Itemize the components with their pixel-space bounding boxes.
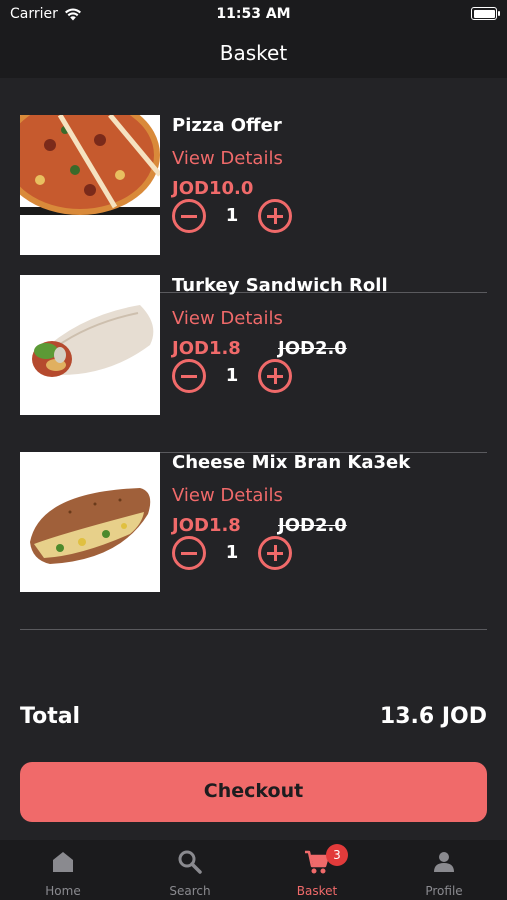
item-old-price: JOD2.0 — [278, 338, 347, 359]
sandwich-image — [20, 452, 160, 592]
view-details-link[interactable]: View Details — [172, 308, 283, 329]
person-icon — [434, 852, 454, 872]
item-image[interactable] — [20, 115, 160, 255]
basket-item: Cheese Mix Bran Ka3ek View Details JOD1.… — [20, 452, 487, 630]
tab-profile[interactable]: Profile — [381, 840, 507, 900]
decrease-quantity-button[interactable] — [172, 536, 206, 570]
item-image[interactable] — [20, 452, 160, 592]
increase-quantity-button[interactable] — [258, 199, 292, 233]
item-name: Turkey Sandwich Roll — [172, 275, 388, 296]
cart-badge: 3 — [326, 844, 348, 866]
total-value: 13.6 JOD — [379, 704, 487, 729]
view-details-link[interactable]: View Details — [172, 148, 283, 169]
item-quantity: 1 — [225, 365, 239, 386]
quantity-stepper: 1 — [172, 359, 312, 393]
tab-label: Profile — [425, 884, 463, 898]
tab-bar: Home Search 3 Basket Profile — [0, 840, 507, 900]
item-quantity: 1 — [225, 542, 239, 563]
item-quantity: 1 — [225, 205, 239, 226]
status-time: 11:53 AM — [216, 6, 291, 22]
decrease-quantity-button[interactable] — [172, 359, 206, 393]
search-icon — [178, 850, 202, 874]
status-bar: Carrier 11:53 AM — [0, 0, 507, 30]
item-image[interactable] — [20, 275, 160, 415]
basket-item: Turkey Sandwich Roll View Details JOD1.8… — [20, 275, 487, 453]
tab-label: Search — [169, 884, 211, 898]
basket-item: Pizza Offer View Details JOD10.0 1 — [20, 115, 487, 293]
increase-quantity-button[interactable] — [258, 536, 292, 570]
view-details-link[interactable]: View Details — [172, 485, 283, 506]
decrease-quantity-button[interactable] — [172, 199, 206, 233]
checkout-button[interactable]: Checkout — [20, 762, 487, 822]
item-price: JOD10.0 — [172, 178, 254, 199]
quantity-stepper: 1 — [172, 536, 312, 570]
quantity-stepper: 1 — [172, 199, 312, 233]
increase-quantity-button[interactable] — [258, 359, 292, 393]
wrap-image — [20, 275, 160, 415]
tab-label: Basket — [296, 884, 338, 898]
item-name: Pizza Offer — [172, 115, 282, 136]
battery-icon — [471, 7, 500, 20]
tab-label: Home — [45, 884, 81, 898]
navigation-bar: Basket — [0, 30, 507, 78]
total-label: Total — [20, 704, 81, 729]
home-icon — [53, 852, 73, 872]
tab-home[interactable]: Home — [0, 840, 126, 900]
pizza-image — [20, 115, 160, 255]
total-row: Total 13.6 JOD — [20, 704, 487, 734]
item-price: JOD1.8 — [172, 338, 241, 359]
item-name: Cheese Mix Bran Ka3ek — [172, 452, 411, 473]
tab-search[interactable]: Search — [127, 840, 253, 900]
tab-basket[interactable]: 3 Basket — [254, 840, 380, 900]
item-price: JOD1.8 — [172, 515, 241, 536]
item-old-price: JOD2.0 — [278, 515, 347, 536]
page-title: Basket — [219, 41, 288, 65]
